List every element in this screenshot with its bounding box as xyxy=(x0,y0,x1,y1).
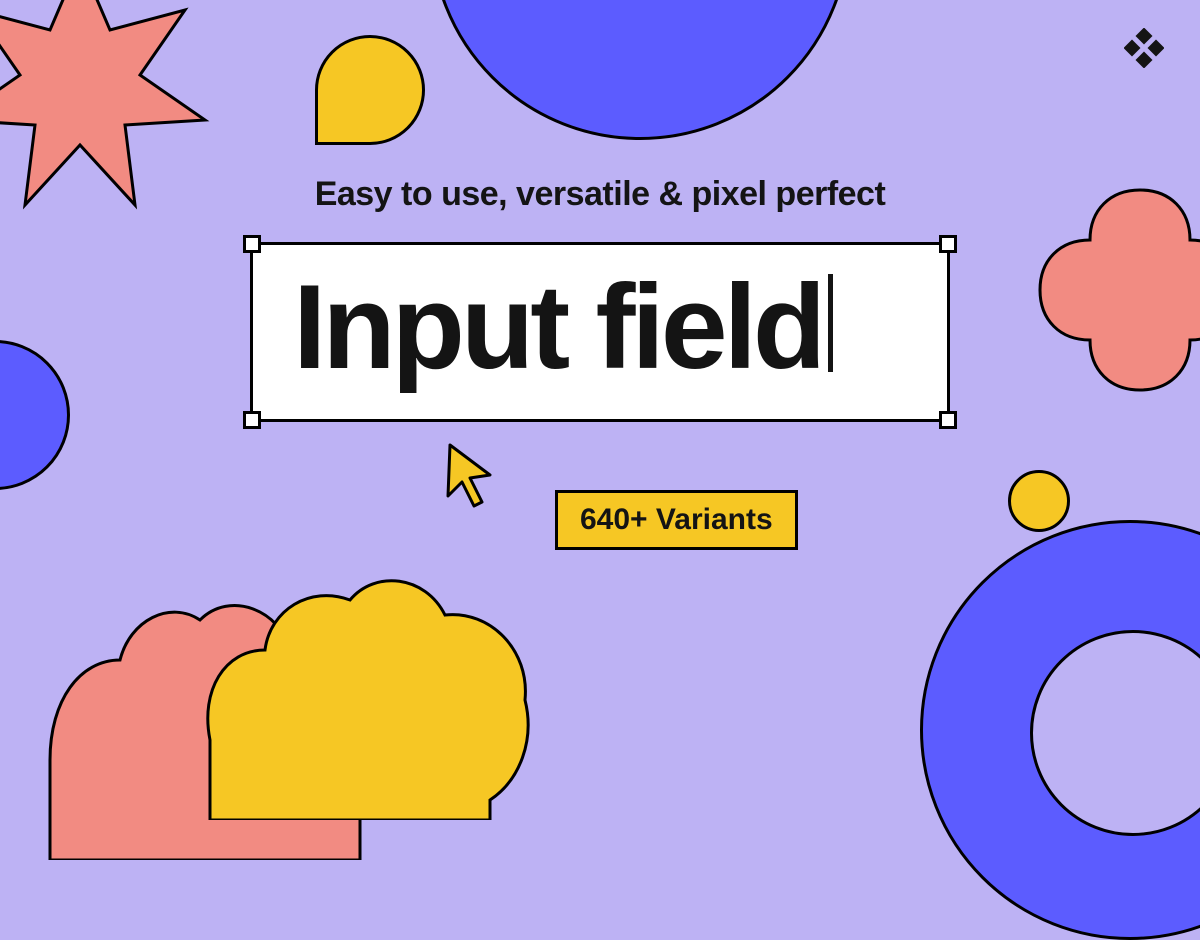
variants-badge: 640+ Variants xyxy=(555,490,798,550)
selection-handle-bottom-left xyxy=(243,411,261,429)
decorative-yellow-teardrop xyxy=(315,35,425,145)
tagline-text: Easy to use, versatile & pixel perfect xyxy=(225,175,975,214)
title-text: Input field xyxy=(293,267,907,387)
decorative-blue-circle-left xyxy=(0,340,70,490)
selection-handle-top-right xyxy=(939,235,957,253)
selection-handle-bottom-right xyxy=(939,411,957,429)
main-content: Easy to use, versatile & pixel perfect I… xyxy=(225,175,975,422)
cursor-arrow-icon xyxy=(440,440,500,510)
text-cursor-icon xyxy=(828,274,833,372)
decorative-yellow-circle xyxy=(1008,470,1070,532)
selection-handle-top-left xyxy=(243,235,261,253)
diamond-logo-icon xyxy=(1124,28,1164,68)
input-field-frame: Input field xyxy=(250,242,950,422)
decorative-blue-circle-top xyxy=(430,0,850,140)
decorative-yellow-blob xyxy=(180,540,540,820)
decorative-pink-starburst xyxy=(0,0,230,240)
decorative-pink-flower xyxy=(1020,160,1200,400)
decorative-blue-ring xyxy=(920,520,1200,940)
